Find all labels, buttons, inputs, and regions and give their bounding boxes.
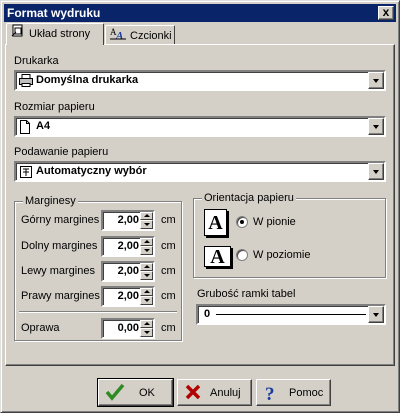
spin-down-icon[interactable] [140,246,153,255]
right-margin-spinner[interactable]: 2,00 [101,286,155,307]
font-icon: AA [110,26,126,46]
spin-down-icon[interactable] [140,220,153,229]
margins-separator [19,311,177,313]
cancel-button[interactable]: Anuluj [177,379,252,406]
spin-down-icon[interactable] [140,296,153,305]
line-sample [216,314,366,315]
right-margin-value: 2,00 [117,290,139,302]
tab-fonts[interactable]: AA Czcionki [105,25,175,45]
unit-label: cm [161,240,176,252]
spin-down-icon[interactable] [140,271,153,280]
landscape-label[interactable]: W poziomie [253,249,310,261]
bottom-margin-value: 2,00 [117,240,139,252]
right-margin-label: Prawy margines [21,290,100,302]
binding-spinner[interactable]: 0,00 [101,318,155,339]
ok-label: OK [139,387,155,399]
format-dialog: Format wydruku x Układ strony AA Czcionk… [0,0,400,413]
top-margin-value: 2,00 [117,214,139,226]
close-icon: x [382,5,390,19]
printer-value: Domyślna drukarka [36,74,139,86]
left-margin-spinner[interactable]: 2,00 [101,261,155,282]
paper-source-label: Podawanie papieru [14,146,109,158]
paper-size-value: A4 [36,120,51,132]
paper-size-select[interactable]: A4 [14,116,386,137]
unit-label: cm [161,322,176,334]
chevron-down-icon[interactable] [368,72,384,89]
spin-up-icon[interactable] [140,212,153,220]
paper-source-value: Automatyczny wybór [36,165,147,177]
tab-label: Czcionki [130,29,172,42]
tab-page-layout[interactable]: Układ strony [6,23,104,45]
table-border-label: Grubość ramki tabel [197,288,296,300]
portrait-page-icon: A [204,209,227,236]
table-border-value: 0 [204,308,211,320]
top-margin-spinner[interactable]: 2,00 [101,210,155,231]
page-setup-icon [11,24,25,44]
close-button[interactable]: x [378,6,394,20]
spin-down-icon[interactable] [140,328,153,337]
spin-up-icon[interactable] [140,288,153,296]
tab-label: Układ strony [29,27,91,40]
chevron-down-icon[interactable] [368,306,384,323]
paper-source-select[interactable]: Automatyczny wybór [14,161,386,182]
page-layout-panel: Drukarka Domyślna drukarka Rozmiar papie… [5,44,395,366]
binding-label: Oprawa [21,322,60,334]
portrait-letter: A [208,212,223,234]
bottom-margin-label: Dolny margines [21,240,98,252]
landscape-letter: A [210,246,225,268]
landscape-page-icon: A [204,246,231,267]
ok-button[interactable]: OK [97,378,174,407]
tray-icon [19,165,33,182]
page-icon [19,120,31,137]
portrait-label[interactable]: W pionie [253,216,296,228]
portrait-radio[interactable] [236,216,248,228]
unit-label: cm [161,290,176,302]
cancel-x-icon [184,383,202,410]
chevron-down-icon[interactable] [368,163,384,180]
landscape-radio[interactable] [236,249,248,261]
unit-label: cm [161,214,176,226]
margins-group-title: Marginesy [23,195,78,207]
help-button[interactable]: ? Pomoc [256,379,331,406]
window-title: Format wydruku [7,6,101,20]
table-border-select[interactable]: 0 [196,304,386,325]
left-margin-label: Lewy margines [21,265,95,277]
paper-size-label: Rozmiar papieru [14,101,95,113]
title-bar: Format wydruku x [4,4,396,22]
spin-up-icon[interactable] [140,238,153,246]
chevron-down-icon[interactable] [368,118,384,135]
binding-value: 0,00 [117,322,139,334]
left-margin-value: 2,00 [117,265,139,277]
printer-label: Drukarka [14,55,59,67]
spin-up-icon[interactable] [140,320,153,328]
printer-select[interactable]: Domyślna drukarka [14,70,386,91]
spin-up-icon[interactable] [140,263,153,271]
top-margin-label: Górny margines [21,214,100,226]
orientation-group: Orientacja papieru A W pionie A W poziom… [193,192,386,278]
unit-label: cm [161,265,176,277]
checkmark-icon [105,383,125,410]
help-icon: ? [263,383,279,412]
margins-group: Marginesy Górny margines 2,00 cm Dolny m… [14,195,182,341]
orientation-group-title: Orientacja papieru [202,192,296,204]
bottom-margin-spinner[interactable]: 2,00 [101,236,155,257]
cancel-label: Anuluj [210,387,241,399]
svg-text:?: ? [265,384,275,403]
printer-icon [19,74,34,90]
help-label: Pomoc [289,387,324,399]
